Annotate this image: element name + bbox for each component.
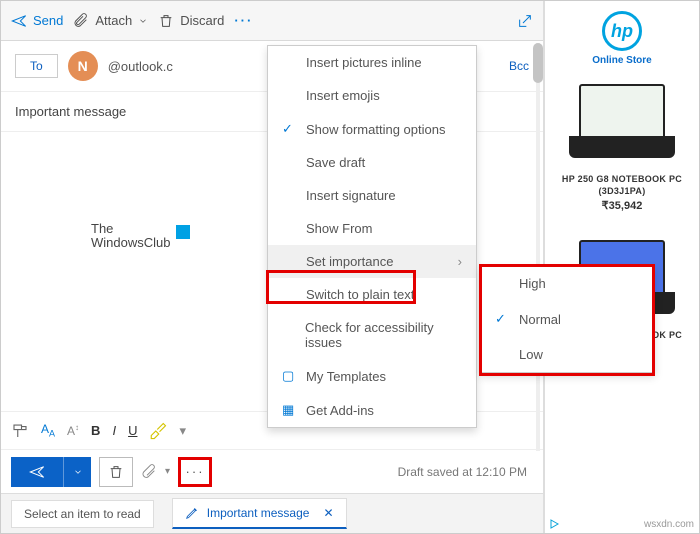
menu-plain-text[interactable]: Switch to plain text: [268, 278, 476, 311]
product-price-1: ₹35,942: [602, 199, 643, 212]
popout-icon: [517, 13, 533, 29]
windowsclub-logo: The WindowsClub: [91, 222, 190, 251]
discard-button[interactable]: Discard: [158, 13, 224, 29]
logo-square-icon: [176, 225, 190, 239]
check-icon: ✓: [495, 311, 509, 327]
chevron-down-icon: [138, 13, 148, 29]
menu-insert-emojis[interactable]: Insert emojis: [268, 79, 476, 112]
trash-icon: [158, 13, 174, 29]
send-row: ▾ ··· Draft saved at 12:10 PM: [1, 449, 543, 493]
font-color-button[interactable]: AA: [41, 422, 55, 438]
menu-insert-signature[interactable]: Insert signature: [268, 179, 476, 212]
send-split-button[interactable]: [11, 457, 91, 487]
product-image-1[interactable]: [567, 84, 677, 164]
attach-button[interactable]: Attach: [73, 13, 148, 29]
importance-submenu: High ✓Normal Low: [480, 265, 655, 373]
attach-label: Attach: [95, 13, 132, 28]
bold-button[interactable]: B: [91, 423, 100, 438]
tab-reading-pane[interactable]: Select an item to read: [11, 500, 154, 528]
chevron-right-icon: ›: [458, 254, 462, 269]
bcc-link[interactable]: Bcc: [509, 59, 529, 73]
send-button[interactable]: Send: [11, 13, 63, 29]
paperclip-icon: [73, 13, 89, 29]
menu-set-importance[interactable]: Set importance›: [268, 245, 476, 278]
avatar: N: [68, 51, 98, 81]
draft-status: Draft saved at 12:10 PM: [398, 465, 527, 479]
scrollbar-track: [536, 43, 540, 451]
menu-show-from[interactable]: Show From: [268, 212, 476, 245]
context-menu: Insert pictures inline Insert emojis ✓Sh…: [267, 45, 477, 428]
trash-icon: [108, 464, 124, 480]
adchoices-icon[interactable]: [548, 518, 560, 530]
addins-icon: ▦: [282, 402, 296, 418]
store-link[interactable]: Online Store: [592, 55, 651, 66]
discard-draft-button[interactable]: [99, 457, 133, 487]
recipient-email[interactable]: @outlook.c: [108, 59, 173, 74]
paperclip-icon[interactable]: [141, 464, 157, 480]
more-options-button[interactable]: ···: [178, 457, 212, 487]
tab-strip: Select an item to read Important message…: [1, 493, 543, 533]
italic-button[interactable]: I: [112, 423, 116, 438]
compose-toolbar: Send Attach Discard ···: [1, 1, 543, 41]
send-icon: [29, 464, 45, 480]
menu-my-templates[interactable]: ▢My Templates: [268, 359, 476, 393]
close-tab-icon[interactable]: ✕: [323, 506, 333, 520]
format-more-icon[interactable]: ▾: [179, 423, 186, 439]
templates-icon: ▢: [282, 368, 296, 384]
highlight-icon[interactable]: [149, 422, 167, 440]
pencil-icon: [185, 505, 199, 521]
tab-compose[interactable]: Important message ✕: [172, 498, 347, 529]
send-icon: [11, 13, 27, 29]
to-button[interactable]: To: [15, 54, 58, 78]
format-painter-icon[interactable]: [11, 422, 29, 440]
importance-normal[interactable]: ✓Normal: [481, 301, 654, 337]
check-icon: ✓: [282, 121, 296, 137]
importance-high[interactable]: High: [481, 266, 654, 301]
menu-get-addins[interactable]: ▦Get Add-ins: [268, 393, 476, 427]
hp-logo-icon[interactable]: hp: [602, 11, 642, 51]
menu-insert-pictures[interactable]: Insert pictures inline: [268, 46, 476, 79]
send-label: Send: [33, 13, 63, 28]
more-actions-button[interactable]: ···: [234, 13, 253, 28]
importance-low[interactable]: Low: [481, 337, 654, 372]
menu-accessibility[interactable]: Check for accessibility issues: [268, 311, 476, 359]
discard-label: Discard: [180, 13, 224, 28]
attach-dropdown[interactable]: ▾: [165, 466, 170, 477]
chevron-down-icon: [73, 464, 83, 480]
watermark: wsxdn.com: [644, 519, 694, 530]
scrollbar-thumb[interactable]: [533, 43, 543, 83]
menu-save-draft[interactable]: Save draft: [268, 146, 476, 179]
underline-button[interactable]: U: [128, 423, 137, 438]
product-name-1: HP 250 G8 NOTEBOOK PC (3D3J1PA): [549, 174, 695, 197]
popout-button[interactable]: [517, 13, 533, 29]
font-size-button[interactable]: A↕: [67, 423, 79, 438]
menu-show-formatting[interactable]: ✓Show formatting options: [268, 112, 476, 146]
